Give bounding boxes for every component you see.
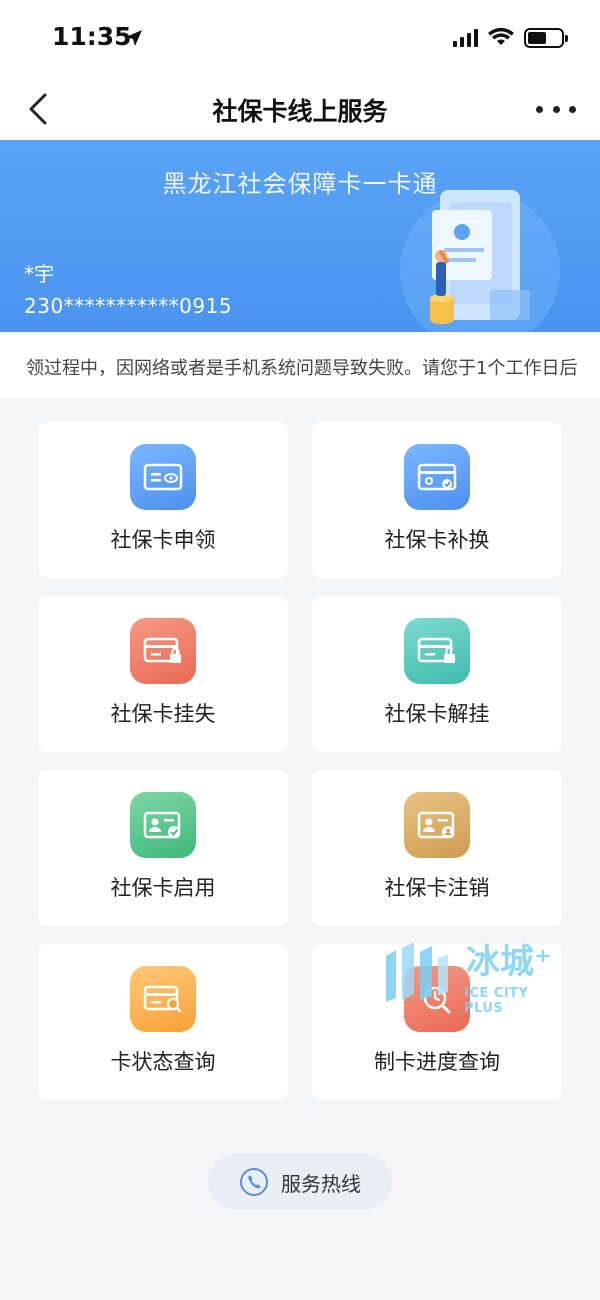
service-label: 社保卡解挂 bbox=[384, 702, 490, 726]
more-dot bbox=[536, 105, 543, 113]
card-view-icon bbox=[130, 444, 196, 510]
status-bar: 11:35 bbox=[0, 0, 600, 78]
battery-icon bbox=[524, 28, 568, 48]
location-arrow-icon bbox=[126, 30, 142, 46]
page-title: 社保卡线上服务 bbox=[212, 97, 388, 126]
service-label: 社保卡申领 bbox=[110, 528, 216, 552]
card-holder-name: *宇 bbox=[24, 262, 54, 286]
watermark-text-cn: 冰城⁺ bbox=[466, 942, 552, 982]
notice-text: 领过程中，因网络或者是手机系统问题导致失败。请您于1个工作日后 bbox=[26, 358, 578, 379]
service-tile-card-activate[interactable]: 社保卡启用 bbox=[38, 770, 288, 926]
service-tile-card-report-loss[interactable]: 社保卡挂失 bbox=[38, 596, 288, 752]
more-options-button[interactable] bbox=[536, 98, 576, 120]
status-time: 11:35 bbox=[52, 22, 132, 51]
nav-bar: 社保卡线上服务 bbox=[0, 78, 600, 140]
service-label: 制卡进度查询 bbox=[374, 1050, 500, 1074]
card-banner: 黑龙江社会保障卡一卡通 *宇 230***********0915 bbox=[0, 140, 600, 332]
wifi-icon bbox=[488, 28, 514, 45]
phone-icon bbox=[240, 1168, 268, 1196]
card-cancel-icon bbox=[404, 792, 470, 858]
service-label: 社保卡补换 bbox=[384, 528, 490, 552]
card-unlock-icon bbox=[404, 618, 470, 684]
ice-city-logo-icon bbox=[386, 942, 448, 1002]
service-tile-card-unlock[interactable]: 社保卡解挂 bbox=[312, 596, 562, 752]
status-indicators bbox=[453, 28, 568, 48]
service-label: 社保卡注销 bbox=[384, 876, 490, 900]
service-hotline-button[interactable]: 服务热线 bbox=[208, 1154, 392, 1210]
service-tile-card-status[interactable]: 卡状态查询 bbox=[38, 944, 288, 1100]
watermark-text-en: ICE CITY PLUS bbox=[464, 986, 529, 1016]
more-dot bbox=[552, 105, 560, 113]
service-tile-card-apply[interactable]: 社保卡申领 bbox=[38, 422, 288, 578]
ice-city-watermark: 冰城⁺ ICE CITY PLUS bbox=[382, 932, 572, 1016]
service-tile-card-replace[interactable]: 社保卡补换 bbox=[312, 422, 562, 578]
card-activate-icon bbox=[130, 792, 196, 858]
card-holder-id: 230***********0915 bbox=[24, 294, 233, 318]
more-dot bbox=[569, 105, 576, 113]
phone-illustration-icon bbox=[400, 190, 560, 332]
service-label: 社保卡启用 bbox=[110, 876, 216, 900]
service-label: 社保卡挂失 bbox=[110, 702, 216, 726]
card-search-icon bbox=[130, 966, 196, 1032]
notice-bar: 领过程中，因网络或者是手机系统问题导致失败。请您于1个工作日后 bbox=[0, 332, 600, 398]
service-tile-card-cancel[interactable]: 社保卡注销 bbox=[312, 770, 562, 926]
hotline-label: 服务热线 bbox=[281, 1171, 361, 1196]
card-lock-icon bbox=[130, 618, 196, 684]
service-label: 卡状态查询 bbox=[110, 1050, 216, 1074]
card-replace-icon bbox=[404, 444, 470, 510]
cellular-signal-icon bbox=[453, 29, 478, 47]
